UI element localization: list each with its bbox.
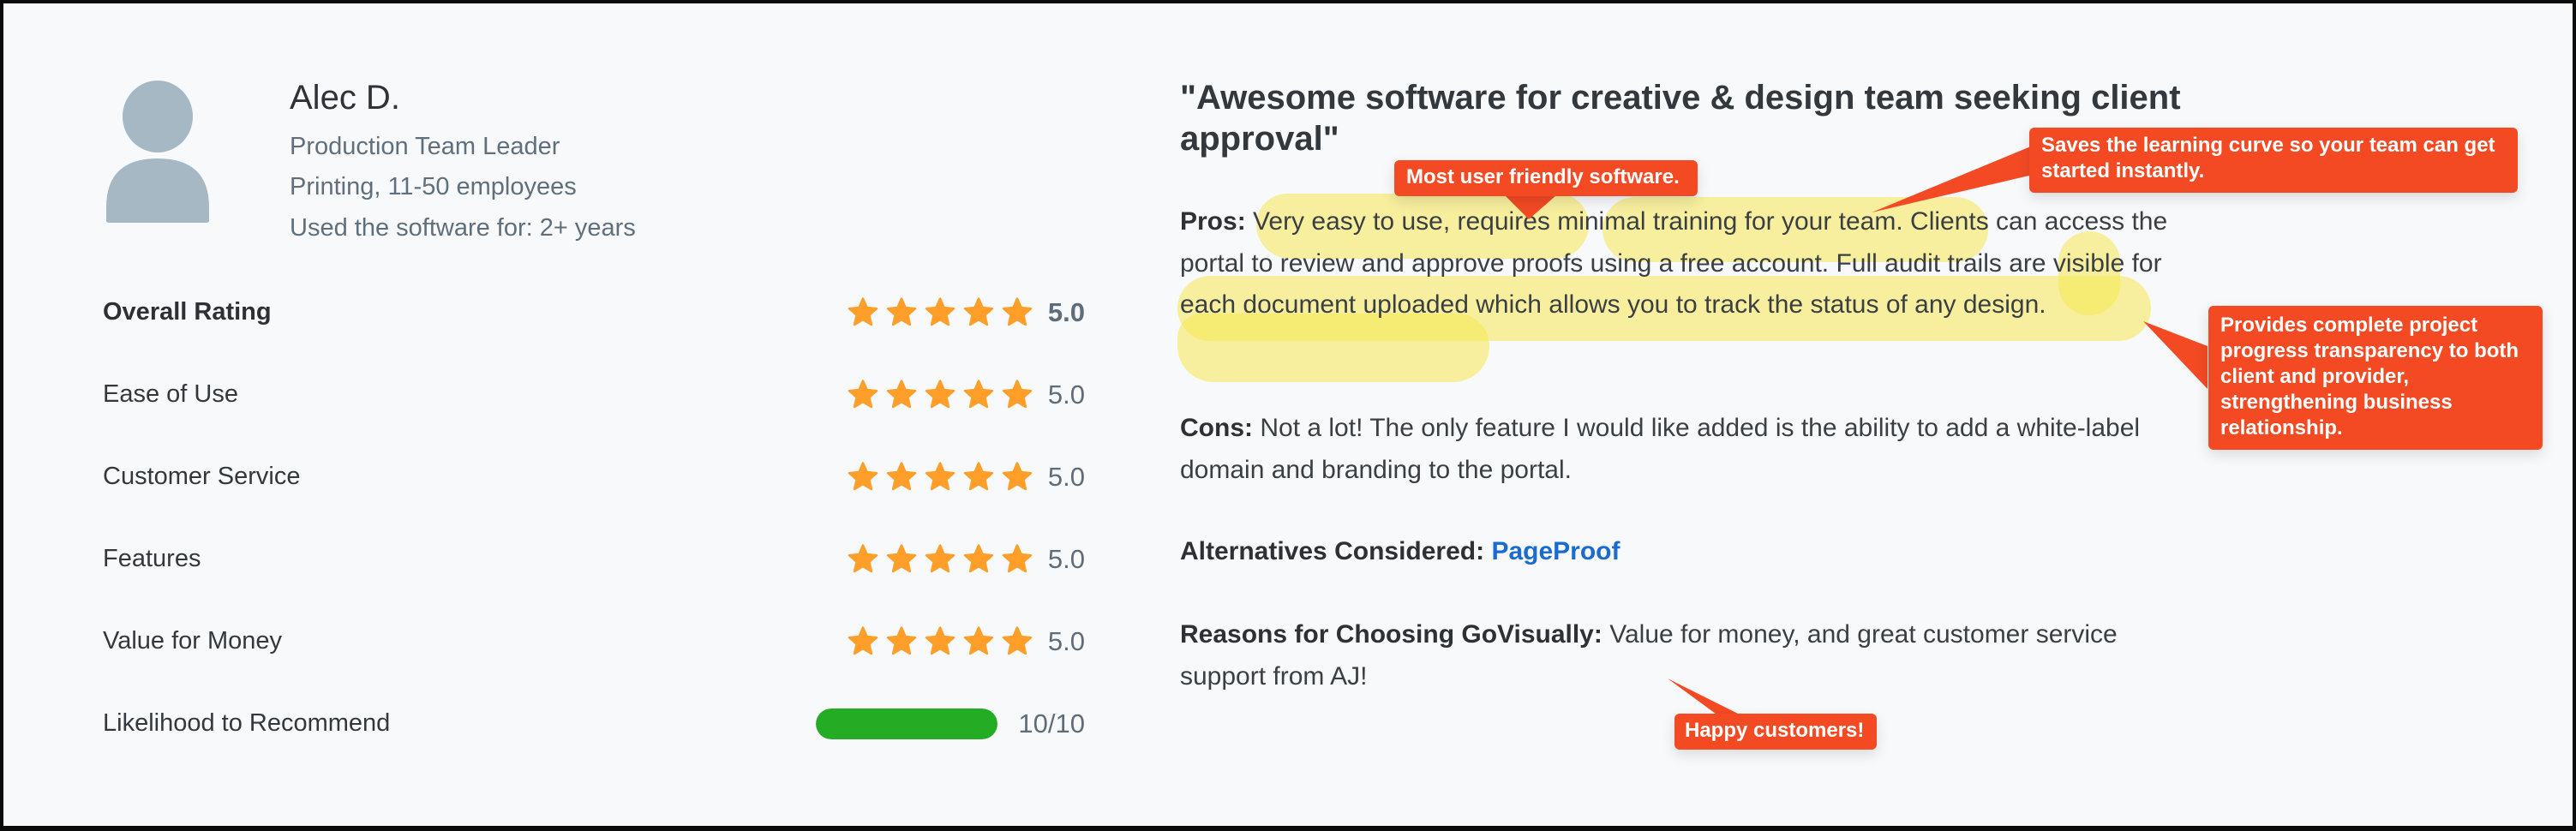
star-rating <box>847 543 1033 577</box>
rating-label: Value for Money <box>103 627 283 655</box>
alternatives-link-pageproof[interactable]: PageProof <box>1491 537 1620 565</box>
star-icon <box>925 380 956 409</box>
star-icon <box>886 297 917 326</box>
star-icon <box>925 544 956 573</box>
star-icon <box>848 380 878 409</box>
review-card: Alec D. Production Team Leader Printing,… <box>0 0 2576 831</box>
alternatives-section: Alternatives Considered: PageProof <box>1180 531 2174 573</box>
cons-section: Cons: Not a lot! The only feature I woul… <box>1180 408 2174 491</box>
reasons-label: Reasons for Choosing GoVisually: <box>1180 620 1603 649</box>
rating-row-customer-service: Customer Service 5.0 <box>103 456 1085 497</box>
star-icon <box>886 544 917 573</box>
pros-text: Very easy to use, requires minimal train… <box>1180 207 2168 319</box>
star-rating <box>847 625 1033 660</box>
recommend-progress-fill <box>816 708 997 739</box>
star-icon <box>925 626 956 655</box>
recommend-label: Likelihood to Recommend <box>103 709 391 737</box>
pros-section: Pros: Very easy to use, requires minimal… <box>1180 201 2174 326</box>
reviewer-usage: Used the software for: 2+ years <box>290 214 636 242</box>
star-rating <box>847 461 1033 495</box>
callout-user-friendly: Most user friendly software. <box>1394 160 1698 196</box>
callout-learning-curve: Saves the learning curve so your team ca… <box>2029 128 2518 193</box>
rating-row-features: Features 5.0 <box>103 538 1085 579</box>
star-icon <box>886 462 917 491</box>
star-icon <box>886 626 917 655</box>
reviewer-company: Printing, 11-50 employees <box>290 173 577 200</box>
reviewer-name: Alec D. <box>290 79 400 117</box>
rating-label: Overall Rating <box>103 298 272 326</box>
star-icon <box>848 626 878 655</box>
star-icon <box>963 297 994 326</box>
reviewer-role: Production Team Leader <box>290 133 560 160</box>
star-icon <box>848 297 878 326</box>
recommend-progress-bar <box>816 708 997 739</box>
cons-text: Not a lot! The only feature I would like… <box>1180 414 2141 484</box>
rating-label: Customer Service <box>103 463 301 490</box>
rating-label: Features <box>103 545 201 572</box>
star-icon <box>1002 380 1033 409</box>
callout-happy-customers: Happy customers! <box>1674 714 1877 750</box>
rating-value: 5.0 <box>1047 544 1085 574</box>
rating-value: 5.0 <box>1047 626 1085 656</box>
star-icon <box>1002 297 1033 326</box>
callout-tail-3 <box>2143 321 2208 389</box>
star-icon <box>1002 544 1033 573</box>
star-icon <box>848 544 878 573</box>
star-icon <box>963 380 994 409</box>
cons-label: Cons: <box>1180 414 1253 442</box>
star-icon <box>1002 462 1033 491</box>
pros-label: Pros: <box>1180 207 1246 236</box>
rating-label: Ease of Use <box>103 380 238 408</box>
rating-row-value-for-money: Value for Money 5.0 <box>103 620 1085 661</box>
rating-value: 5.0 <box>1047 462 1085 492</box>
recommend-row: Likelihood to Recommend 10/10 <box>103 702 1085 744</box>
reasons-section: Reasons for Choosing GoVisually: Value f… <box>1180 614 2174 697</box>
star-rating <box>847 296 1033 331</box>
recommend-value: 10/10 <box>1018 708 1085 738</box>
star-icon <box>1002 626 1033 655</box>
rating-value: 5.0 <box>1047 380 1085 410</box>
alternatives-label: Alternatives Considered: <box>1180 537 1485 565</box>
star-icon <box>963 626 994 655</box>
user-silhouette-icon <box>106 81 209 223</box>
star-icon <box>925 462 956 491</box>
star-rating <box>847 379 1033 413</box>
star-icon <box>886 380 917 409</box>
rating-row-ease-of-use: Ease of Use 5.0 <box>103 374 1085 415</box>
star-icon <box>963 544 994 573</box>
rating-row-overall-rating: Overall Rating 5.0 <box>103 291 1085 332</box>
star-icon <box>963 462 994 491</box>
rating-value: 5.0 <box>1047 297 1085 327</box>
star-icon <box>848 462 878 491</box>
callout-transparency: Provides complete project progress trans… <box>2208 306 2543 450</box>
star-icon <box>925 297 956 326</box>
